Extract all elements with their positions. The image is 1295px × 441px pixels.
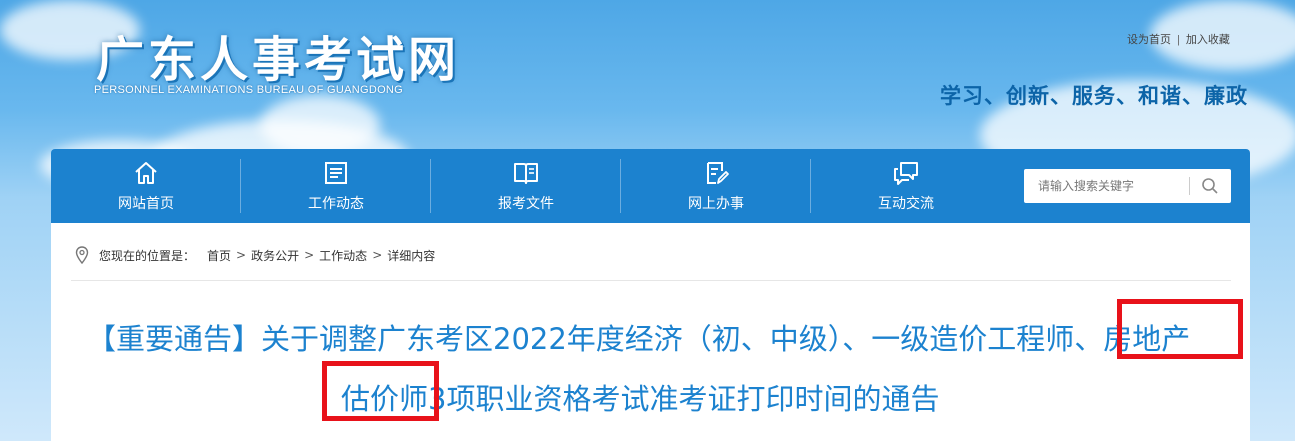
content-panel: 您现在的位置是： 首页 > 政务公开 > 工作动态 > 详细内容 【重要通告】关… [51, 223, 1250, 441]
breadcrumb-label: 您现在的位置是： [99, 248, 196, 263]
nav-item-interaction[interactable]: 互动交流 [811, 149, 1001, 223]
top-links-separator: | [1177, 34, 1180, 46]
chat-icon [894, 162, 918, 185]
breadcrumb: 您现在的位置是： 首页 > 政务公开 > 工作动态 > 详细内容 [75, 243, 435, 267]
breadcrumb-divider [71, 280, 1231, 281]
news-icon [325, 162, 347, 184]
breadcrumb-separator: > [236, 248, 247, 262]
nav-item-label: 报考文件 [498, 196, 554, 212]
nav-item-online-services[interactable]: 网上办事 [621, 149, 811, 223]
location-pin-icon [75, 246, 89, 264]
set-homepage-link[interactable]: 设为首页 [1127, 34, 1171, 46]
nav-item-home[interactable]: 网站首页 [51, 149, 241, 223]
document-icon [514, 163, 538, 184]
nav-item-label: 互动交流 [878, 196, 934, 212]
home-icon [135, 162, 157, 184]
article-title-line-2: 估价师3项职业资格考试准考证打印时间的通告 [341, 382, 940, 416]
breadcrumb-item-work-news[interactable]: 工作动态 [319, 247, 367, 264]
article-title-line-1: 【重要通告】关于调整广东考区2022年度经济（初、中级）、一级造价工程师、房地产 [87, 322, 1191, 356]
breadcrumb-item-home[interactable]: 首页 [207, 247, 231, 264]
breadcrumb-separator: > [372, 248, 383, 262]
edit-icon [707, 162, 729, 184]
site-slogan: 学习、创新、服务、和谐、廉政 [940, 84, 1248, 108]
nav-item-label: 网上办事 [688, 196, 744, 212]
site-logo-chinese[interactable]: 广东人事考试网 [96, 20, 460, 90]
search-input[interactable] [1024, 170, 1189, 202]
nav-item-exam-documents[interactable]: 报考文件 [431, 149, 621, 223]
nav-item-label: 工作动态 [308, 196, 364, 212]
breadcrumb-item-detail: 详细内容 [387, 248, 436, 263]
breadcrumb-item-government-affairs[interactable]: 政务公开 [251, 247, 299, 264]
nav-item-label: 网站首页 [118, 196, 174, 212]
top-links: 设为首页 | 加入收藏 [1127, 31, 1230, 47]
search-box [1024, 169, 1231, 203]
search-icon [1202, 178, 1218, 194]
nav-item-work-news[interactable]: 工作动态 [241, 149, 431, 223]
site-logo-english: PERSONNEL EXAMINATIONS BUREAU OF GUANGDO… [94, 84, 404, 96]
breadcrumb-separator: > [304, 248, 315, 262]
cloud-decoration [260, 95, 380, 155]
add-bookmark-link[interactable]: 加入收藏 [1186, 34, 1230, 46]
main-nav: 网站首页 工作动态 报考文件 网上办事 互动交流 请输入搜索关键字 [51, 149, 1250, 223]
search-button[interactable] [1190, 169, 1230, 203]
